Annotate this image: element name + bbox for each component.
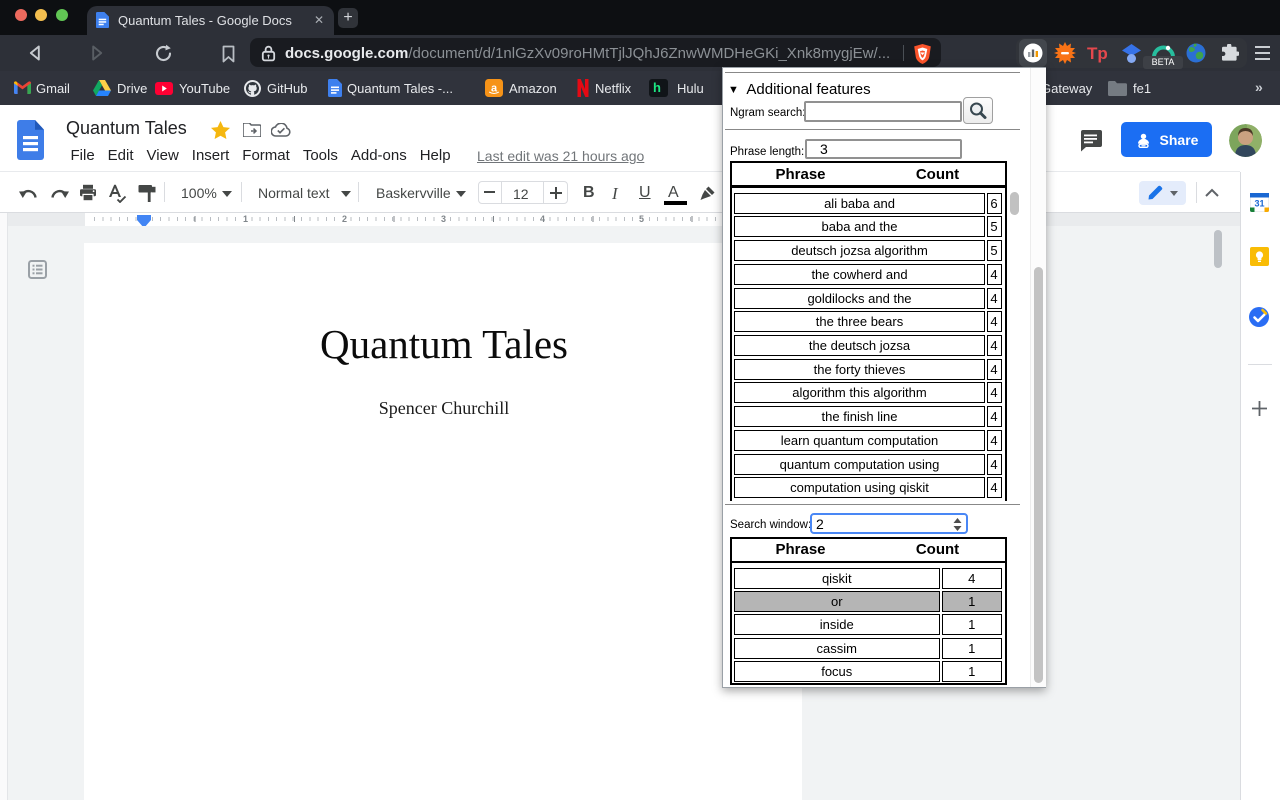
svg-text:31: 31	[1254, 199, 1264, 209]
